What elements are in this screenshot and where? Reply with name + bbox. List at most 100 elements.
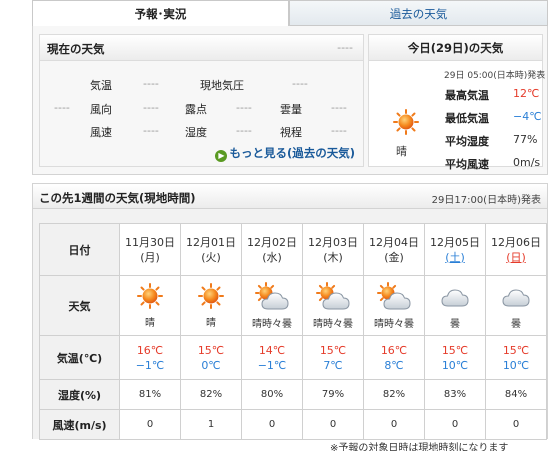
footnote: ※予報の対象日時は現地時刻になります bbox=[330, 443, 509, 451]
sun-cloud-icon bbox=[242, 281, 302, 313]
weekly-issued-time: 29日17:00(日本時)発表 bbox=[431, 195, 541, 206]
weather-label: 曇 bbox=[511, 318, 521, 330]
date-row: 日付 11月30日 (月) 12月01日 (火) 12月02日 (水) 12月03日 (木) 12… bbox=[39, 223, 547, 276]
value-wind-direction: ---- bbox=[143, 101, 159, 114]
weekly-header: この先1週間の天気(現地時間) 29日17:00(日本時)発表 bbox=[32, 183, 548, 209]
value-dew-point: ---- bbox=[236, 101, 252, 114]
date-label: 12月04日 bbox=[369, 235, 419, 249]
high-temp: 15℃ bbox=[319, 343, 347, 357]
tab-bar: 予報･実況 過去の天気 bbox=[32, 0, 548, 26]
weather-cell: 晴時々曇 bbox=[302, 275, 364, 336]
weather-row: 天気晴 晴 晴時々曇 晴時々曇 晴時々曇 曇 曇 bbox=[39, 275, 547, 336]
weather-cell: 晴時々曇 bbox=[241, 275, 303, 336]
date-cell: 12月01日 (火) bbox=[180, 223, 242, 276]
today-title: 今日(29日)の天気 bbox=[369, 35, 542, 61]
high-temp: 15℃ bbox=[197, 343, 225, 357]
wind-cell: 0 bbox=[119, 409, 181, 440]
tab-forecast[interactable]: 予報･実況 bbox=[32, 0, 289, 26]
value-high-temp: 12℃ bbox=[513, 87, 540, 100]
date-cell: 11月30日 (月) bbox=[119, 223, 181, 276]
weekly-forecast-table: 日付 11月30日 (月) 12月01日 (火) 12月02日 (水) 12月03日 (木) 12… bbox=[39, 223, 547, 440]
sun-icon bbox=[181, 282, 241, 312]
date-label: 12月02日 bbox=[247, 235, 297, 249]
row-label-temperature: 気温(℃) bbox=[39, 335, 120, 380]
wind-row: 風速(m/s) 0 1 0 0 0 0 0 bbox=[39, 409, 547, 440]
current-weather-panel: 現在の天気 ---- 気温 ---- 現地気圧 ---- ---- 風向 ---… bbox=[32, 26, 548, 175]
tab-past-weather[interactable]: 過去の天気 bbox=[289, 0, 548, 26]
date-cell: 12月05日 (土) bbox=[424, 223, 486, 276]
today-weather-label: 晴 bbox=[396, 145, 407, 158]
high-temp: 15℃ bbox=[502, 343, 530, 357]
row-label-weather: 天気 bbox=[39, 275, 120, 336]
more-link-label: もっと見る(過去の天気) bbox=[229, 146, 355, 160]
low-temp: −1℃ bbox=[135, 358, 165, 372]
temperature-cell: 16℃ 8℃ bbox=[363, 335, 425, 380]
value-low-temp: −4℃ bbox=[513, 110, 542, 123]
label-high-temp: 最高気温 bbox=[445, 89, 489, 102]
sun-icon bbox=[393, 109, 419, 138]
humidity-cell: 80% bbox=[241, 379, 303, 410]
current-observation-box: 現在の天気 ---- 気温 ---- 現地気圧 ---- ---- 風向 ---… bbox=[39, 34, 364, 167]
value-pressure: ---- bbox=[292, 77, 308, 90]
cloud-icon bbox=[486, 282, 546, 313]
weather-label: 晴時々曇 bbox=[252, 318, 292, 330]
high-temp: 16℃ bbox=[136, 343, 164, 357]
date-cell: 12月06日 (日) bbox=[485, 223, 547, 276]
high-temp: 14℃ bbox=[258, 343, 286, 357]
temperature-cell: 15℃ 0℃ bbox=[180, 335, 242, 380]
low-temp: 10℃ bbox=[502, 358, 530, 372]
temperature-cell: 16℃ −1℃ bbox=[119, 335, 181, 380]
label-dew-point: 露点 bbox=[185, 103, 207, 116]
weather-label: 曇 bbox=[450, 318, 460, 330]
sun-cloud-icon bbox=[364, 281, 424, 313]
humidity-cell: 79% bbox=[302, 379, 364, 410]
day-of-week: (火) bbox=[201, 250, 221, 264]
value-wind-speed: ---- bbox=[143, 124, 159, 137]
low-temp: 7℃ bbox=[323, 358, 343, 372]
wind-cell: 0 bbox=[424, 409, 486, 440]
humidity-cell: 83% bbox=[424, 379, 486, 410]
weekly-title: この先1週間の天気(現地時間) bbox=[39, 191, 196, 205]
current-time-value: ---- bbox=[337, 41, 353, 54]
weather-label: 晴 bbox=[145, 317, 155, 329]
weather-cell: 曇 bbox=[485, 275, 547, 336]
day-of-week: (金) bbox=[384, 250, 404, 264]
today-weather-box: 今日(29日)の天気 29日 05:00(日本時)発表 晴 最高気温 12℃ 最… bbox=[368, 34, 546, 171]
sun-icon bbox=[120, 282, 180, 312]
wind-cell: 0 bbox=[485, 409, 547, 440]
row-label-date: 日付 bbox=[39, 223, 120, 276]
value-weather: ---- bbox=[54, 101, 70, 114]
label-visibility: 視程 bbox=[280, 126, 302, 139]
low-temp: 0℃ bbox=[201, 358, 221, 372]
day-of-week: (日) bbox=[506, 250, 526, 264]
temperature-cell: 15℃ 7℃ bbox=[302, 335, 364, 380]
date-label: 11月30日 bbox=[125, 235, 175, 249]
label-avg-humidity: 平均湿度 bbox=[445, 135, 489, 148]
current-header: 現在の天気 ---- bbox=[40, 35, 363, 61]
wind-cell: 1 bbox=[180, 409, 242, 440]
weather-label: 晴時々曇 bbox=[313, 318, 353, 330]
date-label: 12月06日 bbox=[491, 235, 541, 249]
humidity-cell: 82% bbox=[180, 379, 242, 410]
humidity-cell: 82% bbox=[363, 379, 425, 410]
sun-cloud-icon bbox=[303, 281, 363, 313]
today-observed-time: 29日 05:00(日本時)発表 bbox=[444, 71, 546, 81]
row-label-humidity: 湿度(%) bbox=[39, 379, 120, 410]
low-temp: 8℃ bbox=[384, 358, 404, 372]
date-cell: 12月04日 (金) bbox=[363, 223, 425, 276]
value-temperature: ---- bbox=[143, 77, 159, 90]
temperature-cell: 15℃ 10℃ bbox=[424, 335, 486, 380]
day-of-week: (木) bbox=[323, 250, 343, 264]
day-of-week: (水) bbox=[262, 250, 282, 264]
row-label-wind: 風速(m/s) bbox=[39, 409, 120, 440]
wind-cell: 0 bbox=[241, 409, 303, 440]
wind-cell: 0 bbox=[363, 409, 425, 440]
temperature-cell: 15℃ 10℃ bbox=[485, 335, 547, 380]
weather-label: 晴時々曇 bbox=[374, 318, 414, 330]
value-visibility: ---- bbox=[331, 124, 347, 137]
label-wind-speed: 風速 bbox=[90, 126, 112, 139]
low-temp: 10℃ bbox=[441, 358, 469, 372]
more-past-weather-link[interactable]: ▶ もっと見る(過去の天気) bbox=[215, 145, 355, 162]
humidity-row: 湿度(%) 81% 82% 80% 79% 82% 83% 84% bbox=[39, 379, 547, 410]
weather-cell: 晴 bbox=[180, 275, 242, 336]
